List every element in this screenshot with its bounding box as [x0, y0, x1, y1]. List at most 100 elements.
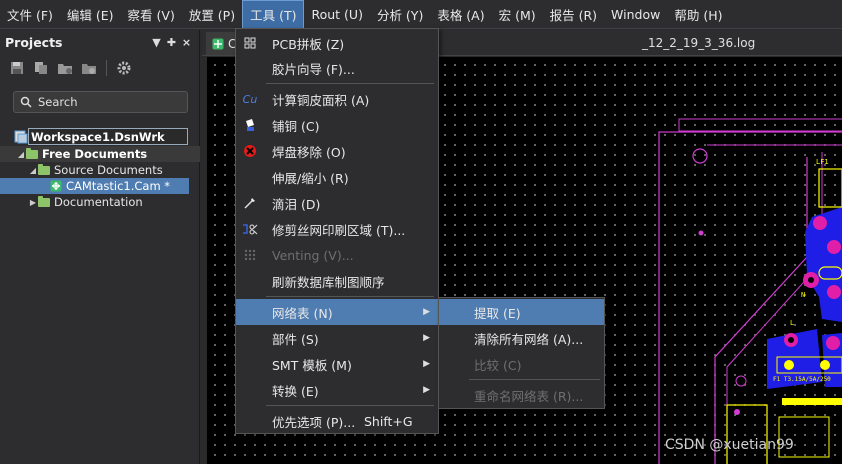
menu-item-convert[interactable]: 转换 (E) ▶	[236, 377, 438, 403]
pour-icon	[242, 117, 258, 133]
menu-item-label: 网络表 (N)	[272, 305, 333, 321]
menu-item-refresh-draw-order[interactable]: 刷新数据库制图顺序	[236, 268, 438, 294]
pad-6	[826, 336, 840, 350]
menu-item-label: 清除所有网络 (A)...	[474, 331, 584, 347]
venting-icon	[242, 247, 258, 263]
documentation-label: Documentation	[54, 195, 143, 209]
menu-item-remove-pads[interactable]: 焊盘移除 (O)	[236, 138, 438, 164]
tree-item-documentation[interactable]: ▶ Documentation	[0, 194, 200, 210]
menu-reports[interactable]: 报告 (R)	[543, 0, 604, 29]
cam-file-icon	[50, 180, 62, 192]
menu-tables[interactable]: 表格 (A)	[430, 0, 491, 29]
watermark: CSDN @xuetian99	[665, 437, 794, 453]
cam-file-label: CAMtastic1.Cam *	[66, 179, 171, 193]
save-icon[interactable]	[8, 59, 26, 77]
remove-pad-icon	[242, 143, 258, 159]
menu-window[interactable]: Window	[604, 0, 667, 29]
menu-item-label: 伸展/缩小 (R)	[272, 170, 349, 186]
gear-icon[interactable]	[115, 59, 133, 77]
menu-rout[interactable]: Rout (U)	[304, 0, 369, 29]
expanded-arrow-icon[interactable]: ◢	[28, 166, 38, 175]
search-input[interactable]: Search	[13, 91, 188, 113]
tree-item-workspace[interactable]: Workspace1.DsnWrk	[0, 128, 200, 146]
menu-item-label: SMT 模板 (M)	[272, 357, 352, 373]
panel-title: Projects	[5, 34, 63, 50]
menu-separator	[266, 405, 434, 406]
folder-action-icon[interactable]	[56, 59, 74, 77]
menu-macro[interactable]: 宏 (M)	[492, 0, 543, 29]
menu-help[interactable]: 帮助 (H)	[667, 0, 729, 29]
workspace-label: Workspace1.DsnWrk	[31, 130, 165, 144]
menu-analysis[interactable]: 分析 (Y)	[370, 0, 430, 29]
search-icon	[20, 96, 32, 108]
board-outline-inner	[658, 131, 842, 464]
menu-file[interactable]: 文件 (F)	[0, 0, 60, 29]
pad-3	[827, 285, 841, 299]
expanded-arrow-icon[interactable]: ◢	[16, 150, 26, 159]
pad-4-hole	[808, 277, 814, 283]
tree-item-source-documents[interactable]: ◢ Source Documents	[0, 162, 200, 178]
menu-item-label: Venting (V)...	[272, 247, 354, 263]
folder-icon	[38, 163, 50, 175]
tree-item-cam-file[interactable]: CAMtastic1.Cam *	[0, 178, 189, 194]
menu-item-copper-pour[interactable]: 铺铜 (C)	[236, 112, 438, 138]
menu-edit[interactable]: 编辑 (E)	[60, 0, 121, 29]
menu-item-film-wizard[interactable]: 胶片向导 (F)...	[236, 55, 438, 81]
menu-view[interactable]: 察看 (V)	[121, 0, 182, 29]
netlist-submenu: 提取 (E) 清除所有网络 (A)... 比较 (C) 重命名网络表 (R)..…	[438, 297, 605, 409]
menu-item-label: 提取 (E)	[474, 305, 521, 321]
board-outline-top	[678, 118, 842, 132]
menu-item-preferences[interactable]: 优先选项 (P)... Shift+G	[236, 408, 438, 434]
copy-documents-icon[interactable]	[32, 59, 50, 77]
menu-item-stretch-shrink[interactable]: 伸展/缩小 (R)	[236, 164, 438, 190]
menu-place[interactable]: 放置 (P)	[182, 0, 242, 29]
menu-item-clear-all-nets[interactable]: 清除所有网络 (A)...	[439, 325, 604, 351]
close-icon[interactable]: ×	[179, 36, 194, 49]
menu-separator	[469, 379, 600, 380]
trim-silk-icon	[242, 221, 258, 237]
fuse-pad-left	[784, 360, 794, 370]
menu-item-label: 比较 (C)	[474, 357, 522, 373]
label-n: N	[801, 291, 805, 299]
projects-panel: Projects ▼ ✚ × Search Workspace1.DsnWrk	[0, 30, 200, 464]
menu-item-extract[interactable]: 提取 (E)	[439, 299, 604, 325]
folder-settings-icon[interactable]	[80, 59, 98, 77]
search-placeholder: Search	[38, 95, 78, 109]
source-documents-label: Source Documents	[54, 163, 163, 177]
menu-tools[interactable]: 工具 (T)	[242, 0, 305, 29]
panel-toolbar	[0, 54, 199, 82]
mounting-hole	[692, 148, 708, 164]
cu-icon: Cu	[242, 92, 258, 106]
panel-menu-icon[interactable]: ▼	[149, 36, 164, 49]
tree-item-free-documents[interactable]: ◢ Free Documents	[0, 146, 200, 162]
menu-separator	[266, 83, 434, 84]
menu-item-parts[interactable]: 部件 (S) ▶	[236, 325, 438, 351]
tab-log[interactable]: _12_2_19_3_36.log	[642, 36, 755, 50]
toolbar-separator	[106, 60, 107, 76]
menu-item-label: 计算铜皮面积 (A)	[272, 92, 370, 108]
menu-item-pcb-panelize[interactable]: PCB拼板 (Z)	[236, 30, 438, 56]
pad-2	[827, 240, 841, 254]
menu-item-label: 刷新数据库制图顺序	[272, 274, 385, 290]
collapsed-arrow-icon[interactable]: ▶	[28, 198, 38, 207]
menu-item-label: PCB拼板 (Z)	[272, 36, 345, 52]
folder-icon	[26, 147, 38, 159]
silk-bar	[782, 398, 842, 405]
menu-item-compare[interactable]: 比较 (C)	[439, 351, 604, 377]
menu-item-netlist[interactable]: 网络表 (N) ▶	[236, 299, 438, 325]
pad-5-hole	[788, 337, 794, 343]
menu-item-smt-stencil[interactable]: SMT 模板 (M) ▶	[236, 351, 438, 377]
menu-item-label: 胶片向导 (F)...	[272, 61, 355, 77]
menu-item-teardrops[interactable]: 滴泪 (D)	[236, 190, 438, 216]
pin-icon[interactable]: ✚	[164, 36, 179, 49]
grid-icon	[242, 35, 258, 51]
menu-item-label: 铺铜 (C)	[272, 118, 320, 134]
menu-item-rename-netlist[interactable]: 重命名网络表 (R)...	[439, 382, 604, 408]
menu-item-copper-area[interactable]: Cu 计算铜皮面积 (A)	[236, 86, 438, 112]
menu-item-label: 重命名网络表 (R)...	[474, 388, 584, 404]
folder-icon	[38, 195, 50, 207]
menu-item-label: 滴泪 (D)	[272, 196, 321, 212]
tools-menu: PCB拼板 (Z) 胶片向导 (F)... Cu 计算铜皮面积 (A) 铺铜 (…	[235, 28, 439, 434]
menu-item-venting[interactable]: Venting (V)...	[236, 242, 438, 268]
menu-item-trim-silkscreen[interactable]: 修剪丝网印刷区域 (T)...	[236, 216, 438, 242]
